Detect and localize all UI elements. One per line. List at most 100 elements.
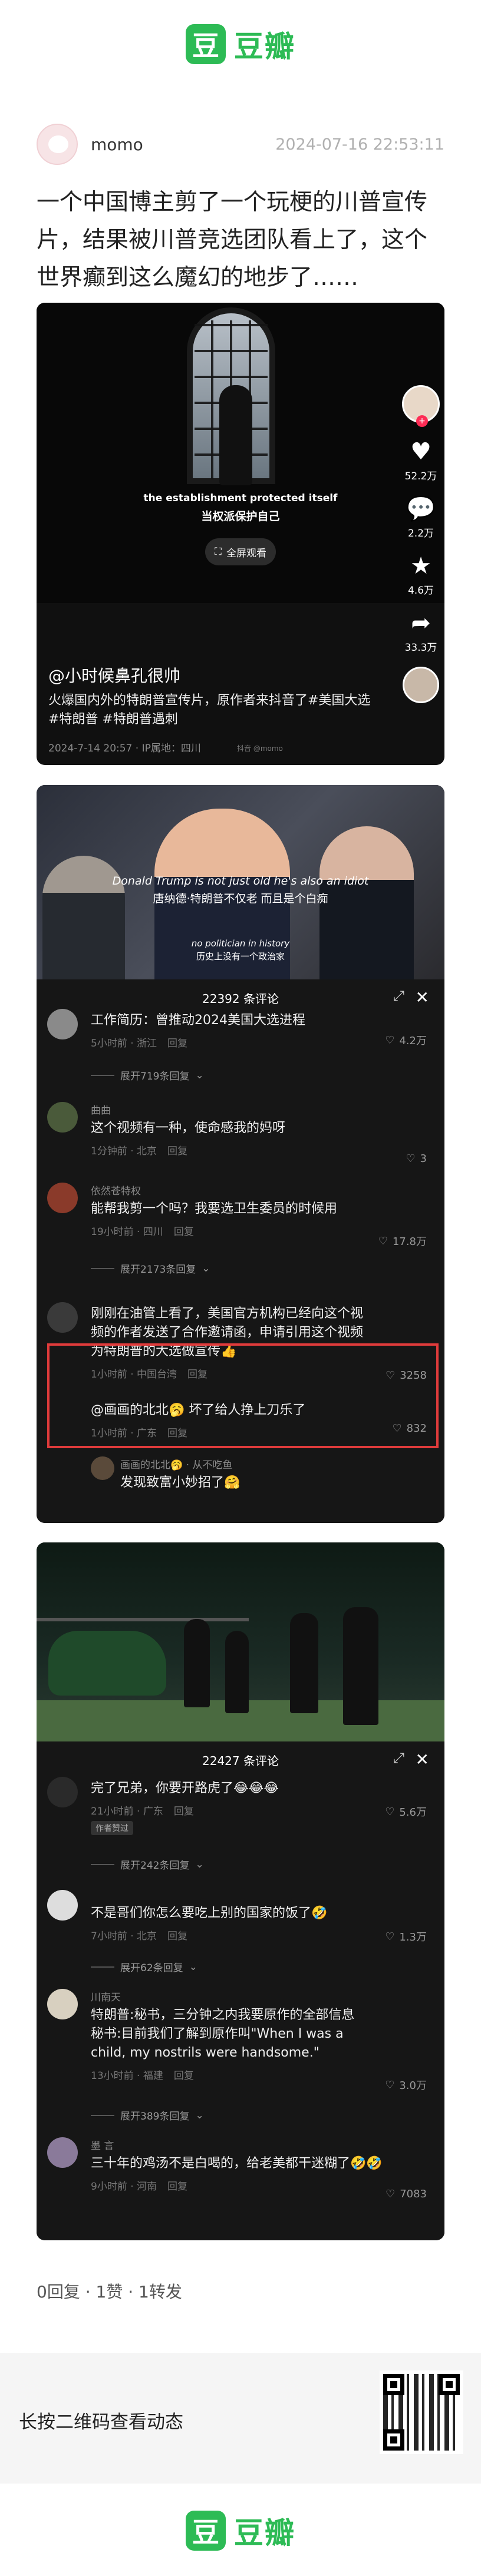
like-button[interactable]: ♡ 5.6万 (385, 1804, 427, 1819)
comment-meta: 7小时前 · 北京 回复 (91, 1928, 427, 1942)
comment-text: 工作简历：曾推动2024美国大选进程 (91, 1013, 305, 1028)
comment-text: 这个视频有一种，使命感我的妈呀 (91, 1121, 286, 1135)
username[interactable]: momo (91, 135, 143, 154)
like-button[interactable]: ♡ 1.3万 (385, 1929, 427, 1944)
like-button[interactable]: ♡ 7083 (386, 2188, 427, 2200)
comment-meta: 5小时前 · 浙江 回复 (91, 1035, 427, 1049)
comment-text: 能帮我剪一个吗？我要选卫生委员的时候用 (91, 1201, 338, 1216)
person (225, 1631, 249, 1713)
reply-button[interactable]: 回复 (174, 1223, 194, 1238)
commenter-avatar[interactable] (47, 2137, 78, 2168)
expand-replies[interactable]: 展开389条回复 ⌄ (91, 2108, 204, 2123)
reply-button[interactable]: 回复 (167, 2178, 187, 2193)
heart-outline-icon: ♡ (385, 1930, 395, 1943)
chevron-down-icon: ⌄ (195, 1069, 204, 1081)
comment-count-title: 22392 条评论 (202, 991, 279, 1006)
commenter-name[interactable]: 依然苍特权 (91, 1183, 427, 1197)
douban-wordmark: 豆瓣 (234, 29, 295, 64)
post-header: momo 2024-07-16 22:53:11 (0, 112, 481, 177)
commenter-name[interactable]: 曲曲 (91, 1102, 427, 1117)
video-meta: 2024-7-14 20:57 · IP属地：四川 (48, 743, 201, 754)
comment-meta: 1分钟前 · 北京 回复 (91, 1143, 427, 1157)
subtitle-en: the establishment protected itself (143, 492, 338, 504)
screenshot-image-2[interactable]: Donald Trump is not just old he's also a… (37, 785, 444, 1523)
comment-meta: 13小时前 · 福建 回复 (91, 2067, 380, 2082)
expand-replies[interactable]: 展开242条回复 ⌄ (91, 1857, 204, 1872)
like-button[interactable]: ♡ 17.8万 (378, 1233, 427, 1249)
reply-button[interactable]: 回复 (174, 2067, 194, 2082)
creator-avatar[interactable]: + (402, 385, 440, 427)
reply-button[interactable]: 回复 (167, 1928, 187, 1942)
comment-text: 不是哥们你怎么要吃上别的国家的饭了🤣 (91, 1906, 328, 1921)
commenter-avatar[interactable] (47, 1302, 78, 1333)
fullscreen-button[interactable]: ⛶ 全屏观看 (205, 538, 276, 565)
comment-text: 三十年的鸡汤不是白喝的，给老美都干迷糊了🤣🤣 (91, 2156, 383, 2171)
comment-icon[interactable]: 💬 (406, 495, 436, 522)
heart-outline-icon: ♡ (406, 1153, 416, 1165)
commenter-avatar[interactable] (47, 1890, 78, 1921)
expand-replies[interactable]: 展开2173条回复 ⌄ (91, 1261, 210, 1276)
commenter-avatar[interactable] (91, 1456, 114, 1480)
follow-plus-icon[interactable]: + (416, 415, 428, 427)
share-icon[interactable]: ➦ (411, 610, 431, 637)
reply-button[interactable]: 回复 (174, 1803, 194, 1817)
chevron-down-icon: ⌄ (202, 1262, 210, 1274)
watermark: 抖音 @momo (237, 744, 283, 753)
person (290, 1613, 318, 1713)
video-frame[interactable]: the establishment protected itself 当权派保护… (37, 303, 444, 603)
commenter-name[interactable]: 川南天 (91, 1989, 380, 2004)
close-icon[interactable]: ✕ (416, 988, 429, 1007)
comment-panel-header: 22427 条评论 ⤢ ✕ (37, 1741, 444, 1778)
music-disc-icon[interactable] (403, 667, 439, 703)
helicopter-rotor (37, 1618, 249, 1621)
commenter-avatar[interactable] (47, 1989, 78, 2019)
heart-outline-icon: ♡ (386, 2188, 396, 2200)
qr-finder (383, 2429, 404, 2451)
video-frame[interactable] (37, 1542, 444, 1741)
comment-text: 完了兄弟，你要开路虎了😂😂😂 (91, 1781, 279, 1796)
expand-icon[interactable]: ⤢ (393, 988, 404, 1004)
commenter-name[interactable]: 画画的北北🥱 · 从不吃鱼 (120, 1456, 427, 1471)
like-button[interactable]: ♡ 3.0万 (385, 2077, 427, 2092)
subtitle-cn-2: 历史上没有一个政治家 (196, 951, 285, 962)
expand-replies[interactable]: 展开719条回复 ⌄ (91, 1068, 204, 1083)
chevron-down-icon: ⌄ (195, 1858, 204, 1870)
fullscreen-label: 全屏观看 (226, 547, 266, 559)
side-actions: + ♥ 52.2万 💬 2.2万 ★ 4.6万 ➦ 33.3万 (401, 385, 441, 703)
commenter-name[interactable]: 墨 言 (91, 2137, 427, 2152)
qr-finder (439, 2374, 460, 2395)
like-count: 52.2万 (404, 471, 437, 482)
person (184, 1619, 210, 1707)
like-button[interactable]: ♡ 4.2万 (385, 1032, 427, 1048)
heart-outline-icon: ♡ (385, 2078, 395, 2091)
commenter-avatar[interactable] (47, 1777, 78, 1807)
commenter-avatar[interactable] (47, 1009, 78, 1039)
user-avatar[interactable] (37, 124, 78, 165)
top-brand: 豆 豆瓣 (0, 0, 481, 88)
person (343, 1607, 378, 1725)
douban-logo: 豆 (186, 2511, 226, 2551)
close-icon[interactable]: ✕ (416, 1750, 429, 1769)
like-button[interactable]: ♡ 3 (406, 1153, 427, 1165)
douban-logo: 豆 (186, 24, 226, 64)
qr-code[interactable] (380, 2370, 463, 2454)
comment-count: 2.2万 (407, 528, 434, 539)
subtitle-en-2: no politician in history (191, 938, 290, 949)
video-author[interactable]: @小时候鼻孔很帅 (48, 663, 180, 687)
heart-outline-icon: ♡ (385, 1034, 395, 1047)
reply-button[interactable]: 回复 (167, 1143, 187, 1157)
expand-replies[interactable]: 展开62条回复 ⌄ (91, 1959, 197, 1975)
screenshot-image-3[interactable]: 22427 条评论 ⤢ ✕ 完了兄弟，你要开路虎了😂😂😂 21小时前 · 广东回… (37, 1542, 444, 2240)
star-icon[interactable]: ★ (410, 552, 431, 580)
screenshot-image-1[interactable]: the establishment protected itself 当权派保护… (37, 303, 444, 765)
video-frame[interactable]: Donald Trump is not just old he's also a… (37, 785, 444, 979)
reply-button[interactable]: 回复 (167, 1035, 187, 1049)
qr-section: 长按二维码查看动态 (0, 2353, 481, 2484)
expand-icon[interactable]: ⤢ (393, 1750, 404, 1766)
heart-outline-icon: ♡ (385, 1805, 395, 1818)
heart-icon[interactable]: ♥ (410, 438, 431, 465)
douban-wordmark: 豆瓣 (234, 2516, 295, 2550)
commenter-avatar[interactable] (47, 1183, 78, 1213)
commenter-avatar[interactable] (47, 1102, 78, 1133)
highlight-box (47, 1343, 439, 1448)
